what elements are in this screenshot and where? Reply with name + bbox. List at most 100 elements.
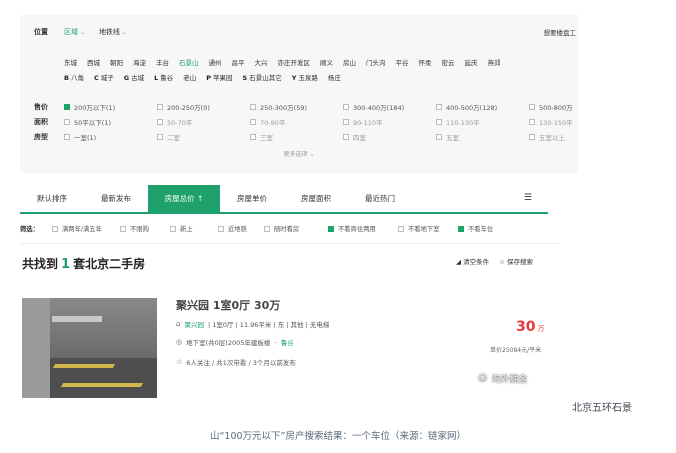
filter-option[interactable]: 250-300万(59) bbox=[250, 102, 343, 112]
checkbox[interactable] bbox=[343, 104, 349, 110]
checkbox[interactable] bbox=[458, 225, 464, 232]
screen-option[interactable]: 不看车位 bbox=[458, 224, 493, 233]
district-item[interactable]: 朝阳 bbox=[110, 57, 123, 67]
tab-unit-price[interactable]: 房屋单价 bbox=[220, 185, 284, 212]
screen-option[interactable]: 满两年/满五年 bbox=[52, 224, 102, 233]
district-item[interactable]: 顺义 bbox=[320, 57, 333, 67]
filter-option[interactable]: 50-70平 bbox=[157, 117, 250, 127]
checkbox[interactable] bbox=[64, 104, 70, 110]
checkbox[interactable] bbox=[120, 225, 126, 232]
district-item[interactable]: 海淀 bbox=[133, 57, 146, 67]
subdistrict-item[interactable]: Y 玉泉路 bbox=[292, 72, 318, 82]
subdistrict-item[interactable]: B 八角 bbox=[64, 72, 84, 82]
district-item[interactable]: 昌平 bbox=[232, 57, 245, 67]
tab-area[interactable]: 区域 bbox=[64, 27, 85, 37]
checkbox[interactable] bbox=[250, 134, 256, 140]
screen-option[interactable]: 随时看房 bbox=[264, 224, 299, 233]
filter-option[interactable]: 一室(1) bbox=[64, 132, 157, 142]
screen-option[interactable]: 不看地下室 bbox=[398, 224, 439, 233]
checkbox[interactable] bbox=[343, 134, 349, 140]
filter-option[interactable]: 90-110平 bbox=[343, 117, 436, 127]
filter-option[interactable]: 五室以上 bbox=[529, 132, 622, 142]
district-item[interactable]: 西城 bbox=[87, 57, 100, 67]
district-item[interactable]: 东城 bbox=[64, 57, 77, 67]
filter-option[interactable]: 70-90平 bbox=[250, 117, 343, 127]
checkbox[interactable] bbox=[436, 104, 442, 110]
district-item[interactable]: 延庆 bbox=[465, 57, 478, 67]
checkbox[interactable] bbox=[328, 225, 334, 232]
checkbox[interactable] bbox=[52, 225, 58, 232]
screen-option[interactable]: 不限购 bbox=[120, 224, 149, 233]
want-link[interactable]: 想要楼盘工 bbox=[544, 27, 577, 37]
screen-option[interactable]: 近地铁 bbox=[218, 224, 247, 233]
tab-default-sort[interactable]: 默认排序 bbox=[20, 185, 84, 212]
watermark: ☺ 海外掘金 bbox=[478, 372, 527, 386]
checkbox[interactable] bbox=[398, 225, 404, 232]
filter-option[interactable]: 200万以下(1) bbox=[64, 102, 157, 112]
subdistrict-item[interactable]: 老山 bbox=[183, 72, 196, 82]
district-item[interactable]: 亦庄开发区 bbox=[278, 57, 311, 67]
screen-option[interactable]: 不看商住两用 bbox=[328, 224, 376, 233]
checkbox[interactable] bbox=[157, 119, 163, 125]
tab-total-price[interactable]: 房屋总价 ↑ bbox=[148, 185, 220, 212]
more-options-link[interactable]: 更多选项 ⌄ bbox=[20, 149, 578, 158]
subdistrict-name: 老山 bbox=[183, 74, 197, 82]
checkbox[interactable] bbox=[250, 104, 256, 110]
checkbox[interactable] bbox=[64, 119, 70, 125]
subdistrict-item[interactable]: L 鲁谷 bbox=[154, 72, 173, 82]
checkbox[interactable] bbox=[529, 119, 535, 125]
checkbox[interactable] bbox=[529, 134, 535, 140]
checkbox[interactable] bbox=[529, 104, 535, 110]
area-link[interactable]: 鲁谷 bbox=[281, 337, 294, 347]
save-search-button[interactable]: ☆ 保存搜索 bbox=[499, 256, 533, 266]
filter-option[interactable]: 四室 bbox=[343, 132, 436, 142]
listing-photo[interactable] bbox=[22, 298, 157, 398]
filter-option[interactable]: 300-400万(184) bbox=[343, 102, 436, 112]
tab-subway[interactable]: 地铁线 bbox=[99, 27, 127, 37]
filter-option[interactable]: 130-150平 bbox=[529, 117, 622, 127]
list-view-icon[interactable]: ☰ bbox=[524, 193, 532, 203]
checkbox[interactable] bbox=[436, 134, 442, 140]
district-item[interactable]: 平谷 bbox=[396, 57, 409, 67]
tab-area[interactable]: 房屋面积 bbox=[284, 185, 348, 212]
checkbox[interactable] bbox=[157, 134, 163, 140]
checkbox[interactable] bbox=[264, 225, 270, 232]
district-item[interactable]: 门头沟 bbox=[366, 57, 386, 67]
checkbox[interactable] bbox=[250, 119, 256, 125]
subdistrict-item[interactable]: 杨庄 bbox=[328, 72, 341, 82]
listing-title[interactable]: 聚兴园 1室0厅 30万 bbox=[176, 297, 280, 313]
checkbox[interactable] bbox=[436, 119, 442, 125]
subdistrict-item[interactable]: P 苹果园 bbox=[206, 72, 232, 82]
checkbox[interactable] bbox=[64, 134, 70, 140]
tab-newest[interactable]: 最新发布 bbox=[84, 185, 148, 212]
district-item[interactable]: 通州 bbox=[209, 57, 222, 67]
district-item[interactable]: 燕郊 bbox=[488, 57, 501, 67]
district-item[interactable]: 怀柔 bbox=[419, 57, 432, 67]
screen-option[interactable]: 新上 bbox=[170, 224, 193, 233]
district-item[interactable]: 密云 bbox=[442, 57, 455, 67]
checkbox[interactable] bbox=[343, 119, 349, 125]
filter-option[interactable]: 110-130平 bbox=[436, 117, 529, 127]
district-item[interactable]: 石景山 bbox=[179, 57, 199, 67]
district-item[interactable]: 房山 bbox=[343, 57, 356, 67]
subdistrict-item[interactable]: C 城子 bbox=[94, 72, 114, 82]
subdistrict-item[interactable]: G 古城 bbox=[124, 72, 144, 82]
tab-hot[interactable]: 最近热门 bbox=[348, 185, 412, 212]
option-label: 一室(1) bbox=[74, 134, 97, 142]
star-icon: ☆ bbox=[176, 358, 183, 366]
filter-option[interactable]: 500-800万 bbox=[529, 102, 622, 112]
filter-option[interactable]: 50平以下(1) bbox=[64, 117, 157, 127]
filter-option[interactable]: 五室 bbox=[436, 132, 529, 142]
district-item[interactable]: 大兴 bbox=[255, 57, 268, 67]
checkbox[interactable] bbox=[170, 225, 176, 232]
filter-option[interactable]: 400-500万(128) bbox=[436, 102, 529, 112]
filter-option[interactable]: 200-250万(0) bbox=[157, 102, 250, 112]
community-link[interactable]: 聚兴园 bbox=[184, 319, 204, 329]
filter-option[interactable]: 三室 bbox=[250, 132, 343, 142]
clear-filters-button[interactable]: ◢ 清空条件 bbox=[456, 256, 489, 266]
checkbox[interactable] bbox=[218, 225, 224, 232]
subdistrict-item[interactable]: S 石景山其它 bbox=[243, 72, 282, 82]
filter-option[interactable]: 二室 bbox=[157, 132, 250, 142]
checkbox[interactable] bbox=[157, 104, 163, 110]
district-item[interactable]: 丰台 bbox=[156, 57, 169, 67]
